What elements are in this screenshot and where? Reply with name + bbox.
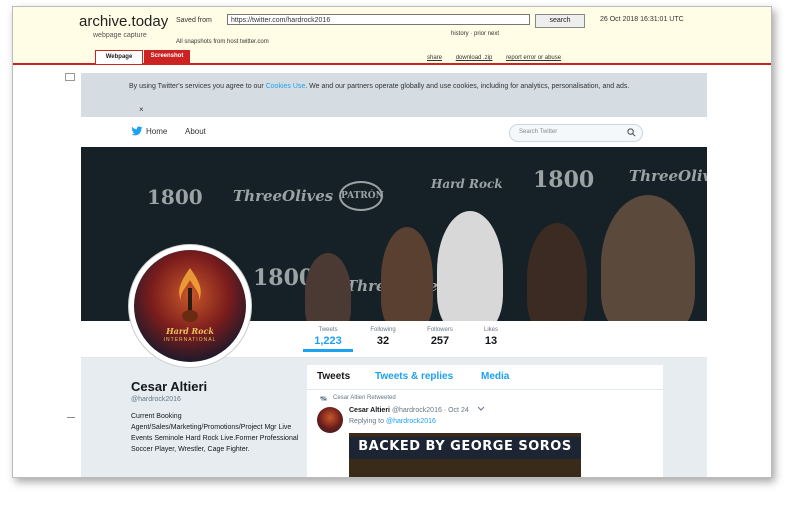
tab-tweets[interactable]: Tweets — [317, 371, 350, 382]
profile-handle[interactable]: @hardrock2016 — [131, 396, 301, 403]
page-frame: archive.today webpage capture Saved from… — [12, 6, 772, 478]
search-placeholder: Search Twitter — [519, 129, 558, 135]
tab-screenshot[interactable]: Screenshot — [144, 50, 190, 63]
tweet-image-text: BACKED BY GEORGE SOROS — [358, 439, 572, 454]
tweet-author-handle[interactable]: @hardrock2016 — [392, 407, 442, 414]
header-logo: PATRÓN — [339, 181, 384, 211]
search-icon[interactable] — [627, 128, 636, 137]
url-field[interactable]: https://twitter.com/hardrock2016 — [227, 14, 530, 25]
twitter-nav: Home About Search Twitter — [81, 117, 707, 148]
avatar-logo-subtext: INTERNATIONAL — [163, 337, 217, 343]
stat-label: Following — [370, 327, 396, 333]
gutter-dash — [67, 417, 75, 418]
stat-likes[interactable]: Likes 13 — [473, 327, 509, 347]
tweet-author-name[interactable]: Cesar Altieri — [349, 407, 390, 414]
tab-webpage[interactable]: Webpage — [95, 50, 143, 64]
cookies-use-link[interactable]: Cookies Use — [266, 83, 306, 90]
person-figure — [601, 195, 695, 321]
profile-name[interactable]: Cesar Altieri — [131, 379, 301, 394]
capture-date: 26 Oct 2018 16:31:01 UTC — [600, 16, 684, 23]
stat-following[interactable]: Following 32 — [361, 327, 405, 347]
search-input[interactable]: Search Twitter — [509, 124, 643, 142]
stat-tweets[interactable]: Tweets 1,223 — [303, 327, 353, 352]
replying-to-handle[interactable]: @hardrock2016 — [386, 418, 436, 425]
header-logo: Hard Rock — [431, 177, 503, 191]
tab-tweets-replies[interactable]: Tweets & replies — [375, 371, 453, 382]
archive-header: archive.today webpage capture Saved from… — [13, 7, 771, 65]
stat-value: 32 — [376, 335, 390, 347]
person-figure — [305, 253, 351, 321]
retweeted-label: Cesar Altieri Retweeted — [333, 395, 396, 401]
download-zip-link[interactable]: download .zip — [456, 55, 493, 61]
flame-guitar-icon — [179, 268, 201, 322]
header-logo: ThreeOlives — [629, 167, 707, 185]
profile-bio: Current Booking Agent/Sales/Marketing/Pr… — [131, 413, 299, 453]
twitter-page: By using Twitter's services you agree to… — [81, 73, 707, 477]
avatar-image: Hard Rock INTERNATIONAL — [134, 250, 246, 362]
profile-card: Cesar Altieri @hardrock2016 Current Book… — [131, 379, 301, 455]
nav-about[interactable]: About — [185, 127, 206, 136]
archive-actions: share download .zip report error or abus… — [427, 55, 573, 61]
person-figure — [527, 223, 587, 321]
all-snapshots-link[interactable]: All snapshots from host twitter.com — [176, 39, 269, 45]
header-logo: 1800 — [147, 185, 203, 209]
search-button[interactable]: search — [535, 14, 585, 28]
tweet-header: Cesar Altieri @hardrock2016 · Oct 24 — [349, 406, 485, 414]
stat-followers[interactable]: Followers 257 — [417, 327, 463, 347]
cookie-text-end: . We and our partners operate globally a… — [305, 83, 630, 90]
report-error-link[interactable]: report error or abuse — [506, 55, 561, 61]
person-figure — [381, 227, 433, 321]
person-figure — [437, 211, 503, 321]
avatar-logo-text: Hard Rock — [166, 326, 214, 336]
cookie-text-start: By using Twitter's services you agree to… — [129, 83, 266, 90]
tweet-date[interactable]: Oct 24 — [448, 407, 469, 414]
history-links[interactable]: history · prior next — [451, 31, 499, 37]
stat-value: 13 — [484, 335, 498, 347]
stat-value: 1,223 — [314, 335, 342, 347]
cookie-text: By using Twitter's services you agree to… — [129, 81, 669, 92]
close-icon[interactable]: × — [139, 105, 144, 114]
replying-to: Replying to @hardrock2016 — [349, 418, 436, 425]
tweet-avatar[interactable] — [317, 407, 343, 433]
timeline-tabs: Tweets Tweets & replies Media — [307, 365, 663, 390]
stat-value: 257 — [430, 335, 450, 347]
saved-from-label: Saved from — [176, 17, 212, 24]
share-link[interactable]: share — [427, 55, 442, 61]
cookie-banner: By using Twitter's services you agree to… — [81, 73, 707, 117]
header-logo: 1800 — [533, 167, 595, 193]
tweet-separator: · — [443, 407, 447, 414]
timeline: Tweets Tweets & replies Media Cesar Alti… — [307, 365, 663, 477]
page-icon — [65, 73, 75, 81]
tweet-image[interactable]: BACKED BY GEORGE SOROS — [349, 433, 581, 477]
chevron-down-icon[interactable] — [477, 406, 485, 412]
stat-label: Tweets — [318, 327, 338, 333]
nav-home[interactable]: Home — [146, 127, 167, 136]
avatar[interactable]: Hard Rock INTERNATIONAL — [129, 245, 251, 367]
tab-media[interactable]: Media — [481, 371, 509, 382]
retweet-icon — [320, 396, 327, 401]
twitter-bird-icon — [131, 126, 143, 136]
archive-brand[interactable]: archive.today — [79, 13, 168, 30]
stat-label: Followers — [427, 327, 453, 333]
replying-to-text: Replying to — [349, 418, 386, 425]
stat-label: Likes — [483, 327, 498, 333]
archive-brand-subtitle: webpage capture — [93, 32, 147, 39]
header-logo: ThreeOlives — [233, 187, 334, 205]
